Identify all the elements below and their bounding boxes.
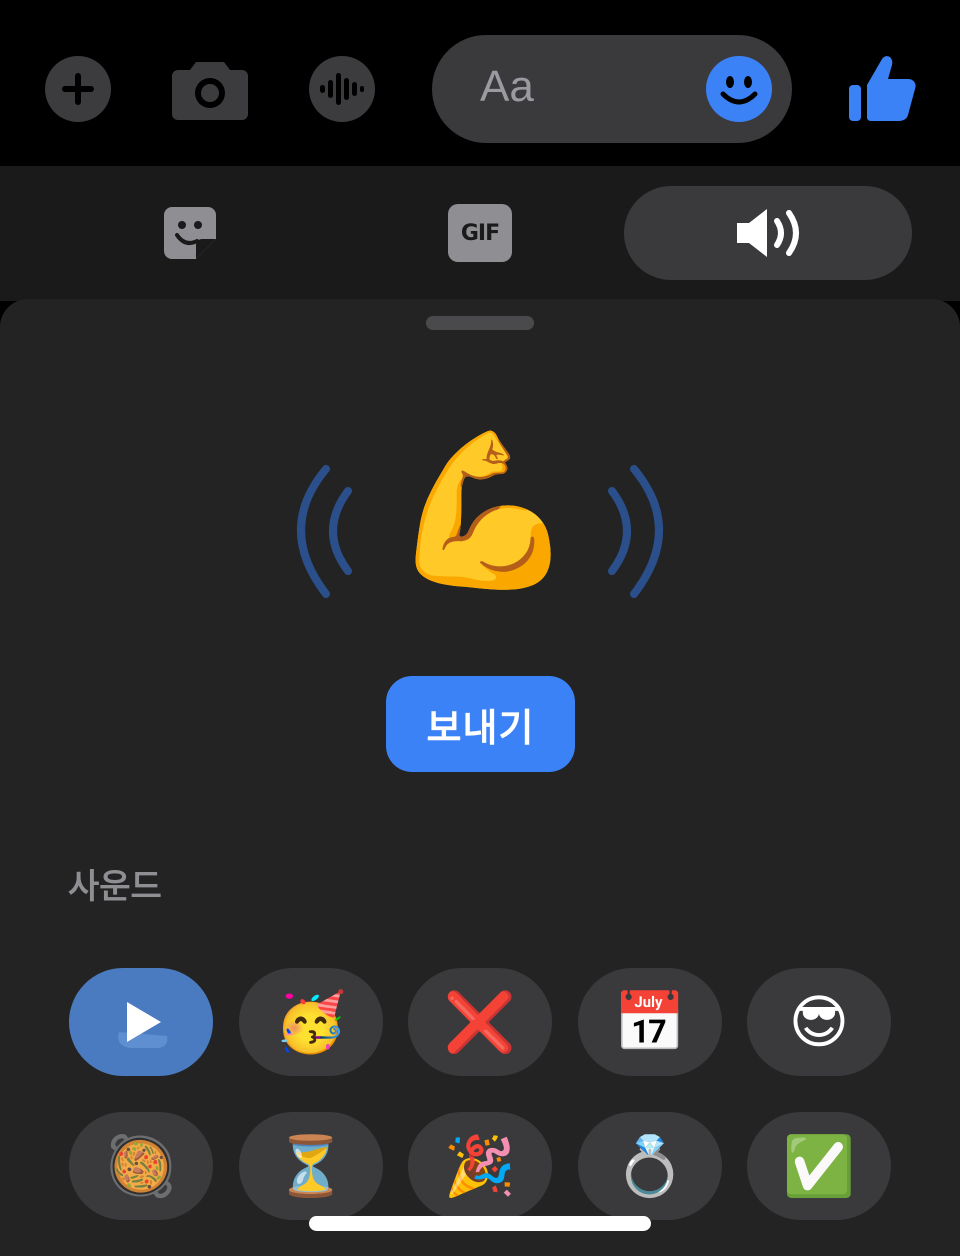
- like-button[interactable]: [842, 50, 922, 128]
- play-icon: [118, 1002, 168, 1048]
- tab-stickers[interactable]: [80, 186, 300, 280]
- sound-ring[interactable]: 💍: [578, 1112, 722, 1220]
- sound-party-popper[interactable]: 🎉: [408, 1112, 552, 1220]
- message-input[interactable]: Aa: [432, 35, 792, 143]
- plus-icon: [62, 73, 94, 105]
- flexed-biceps-emoji: 💪: [390, 424, 577, 598]
- sound-hourglass[interactable]: ⏳: [239, 1112, 383, 1220]
- sound-cross-mark[interactable]: ❌: [408, 968, 552, 1076]
- gif-icon: GIF: [448, 204, 512, 262]
- home-indicator: [309, 1216, 651, 1231]
- sound-party-face[interactable]: 🥳: [239, 968, 383, 1076]
- sound-calendar[interactable]: 📅: [578, 968, 722, 1076]
- gif-label: GIF: [460, 220, 500, 246]
- add-button[interactable]: [45, 56, 111, 122]
- composer-bar: Aa: [0, 0, 960, 166]
- media-tabs: GIF: [0, 166, 960, 301]
- sound-icon: [737, 209, 799, 257]
- voice-button[interactable]: [309, 56, 375, 122]
- sound-sheet: 💪 보내기 사운드 🥳 ❌ 📅 😎 🥘 ⏳ 🎉 💍 ✅: [0, 299, 960, 1256]
- sound-sunglasses-face[interactable]: 😎: [747, 968, 891, 1076]
- thumbs-up-icon: [849, 56, 916, 121]
- tab-sounds[interactable]: [624, 186, 912, 280]
- tab-gif[interactable]: GIF: [370, 186, 590, 280]
- camera-icon: [172, 62, 248, 120]
- emoji-button[interactable]: [706, 56, 772, 122]
- sound-play[interactable]: [69, 968, 213, 1076]
- camera-button[interactable]: [172, 58, 248, 120]
- send-button[interactable]: 보내기: [386, 676, 575, 772]
- sound-check-mark[interactable]: ✅: [747, 1112, 891, 1220]
- sheet-grabber[interactable]: [426, 316, 534, 330]
- sounds-section-label: 사운드: [68, 867, 162, 907]
- sticker-icon: [164, 207, 216, 259]
- sound-paella[interactable]: 🥘: [69, 1112, 213, 1220]
- message-placeholder: Aa: [480, 62, 534, 111]
- emoji-icon: [720, 76, 758, 105]
- voice-icon: [320, 73, 364, 105]
- sound-preview: 💪: [288, 419, 672, 639]
